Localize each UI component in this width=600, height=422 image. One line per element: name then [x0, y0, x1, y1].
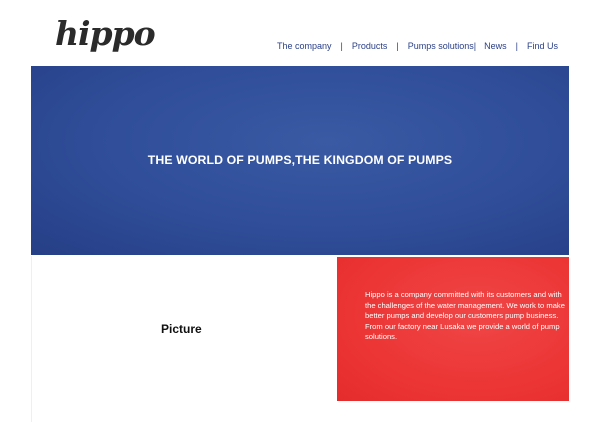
picture-placeholder: Picture — [161, 322, 202, 336]
content-divider — [31, 256, 32, 422]
about-panel: Hippo is a company committed with its cu… — [337, 257, 569, 401]
nav-separator: | — [340, 41, 343, 51]
hero-banner: THE WORLD OF PUMPS,THE KINGDOM OF PUMPS — [31, 66, 569, 255]
nav-separator: | — [515, 41, 518, 51]
nav-link-find-us[interactable]: Find Us — [527, 41, 558, 51]
nav-link-news[interactable]: News — [484, 41, 507, 51]
hippo-logo[interactable]: hippo — [55, 17, 156, 50]
nav-separator: | — [473, 41, 477, 51]
hero-title: THE WORLD OF PUMPS,THE KINGDOM OF PUMPS — [147, 153, 453, 167]
main-navigation: The company | Products | Pumps solutions… — [277, 41, 558, 51]
nav-link-the-company[interactable]: The company — [277, 41, 332, 51]
nav-link-pumps-solutions[interactable]: Pumps solutions — [408, 41, 474, 51]
nav-link-products[interactable]: Products — [352, 41, 388, 51]
nav-separator: | — [396, 41, 399, 51]
about-text: Hippo is a company committed with its cu… — [365, 290, 565, 342]
